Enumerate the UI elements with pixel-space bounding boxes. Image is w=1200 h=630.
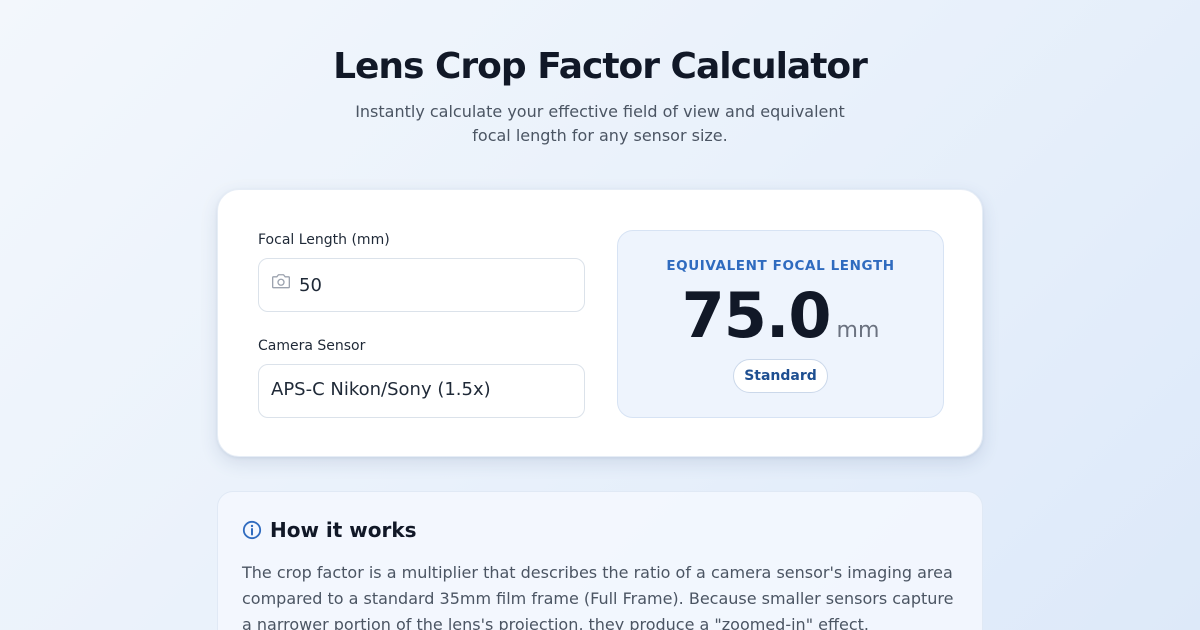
camera-sensor-select[interactable]: APS-C Nikon/Sony (1.5x)	[258, 364, 585, 418]
camera-sensor-selected-value: APS-C Nikon/Sony (1.5x)	[271, 379, 491, 400]
focal-length-field[interactable]	[258, 258, 585, 312]
how-it-works-card: How it works The crop factor is a multip…	[217, 491, 983, 630]
page-subtitle: Instantly calculate your effective field…	[355, 102, 845, 145]
result-row: 75.0 mm	[618, 279, 943, 352]
page-title: Lens Crop Factor Calculator	[333, 46, 868, 87]
focal-length-input[interactable]	[299, 259, 569, 311]
result-panel: EQUIVALENT FOCAL LENGTH 75.0 mm Standard	[617, 230, 944, 418]
equivalent-focal-length-value: 75.0	[681, 279, 832, 352]
how-it-works-title: How it works	[270, 518, 417, 542]
camera-sensor-label: Camera Sensor	[258, 338, 366, 354]
camera-icon	[272, 274, 290, 289]
focal-length-label: Focal Length (mm)	[258, 232, 390, 248]
result-label: EQUIVALENT FOCAL LENGTH	[666, 258, 895, 274]
result-unit: mm	[836, 318, 880, 343]
info-icon	[242, 520, 262, 540]
calculator-card: Focal Length (mm) Camera Sensor APS-C Ni…	[217, 189, 983, 457]
lens-category-badge: Standard	[733, 359, 828, 393]
how-it-works-text: The crop factor is a multiplier that des…	[242, 563, 954, 630]
